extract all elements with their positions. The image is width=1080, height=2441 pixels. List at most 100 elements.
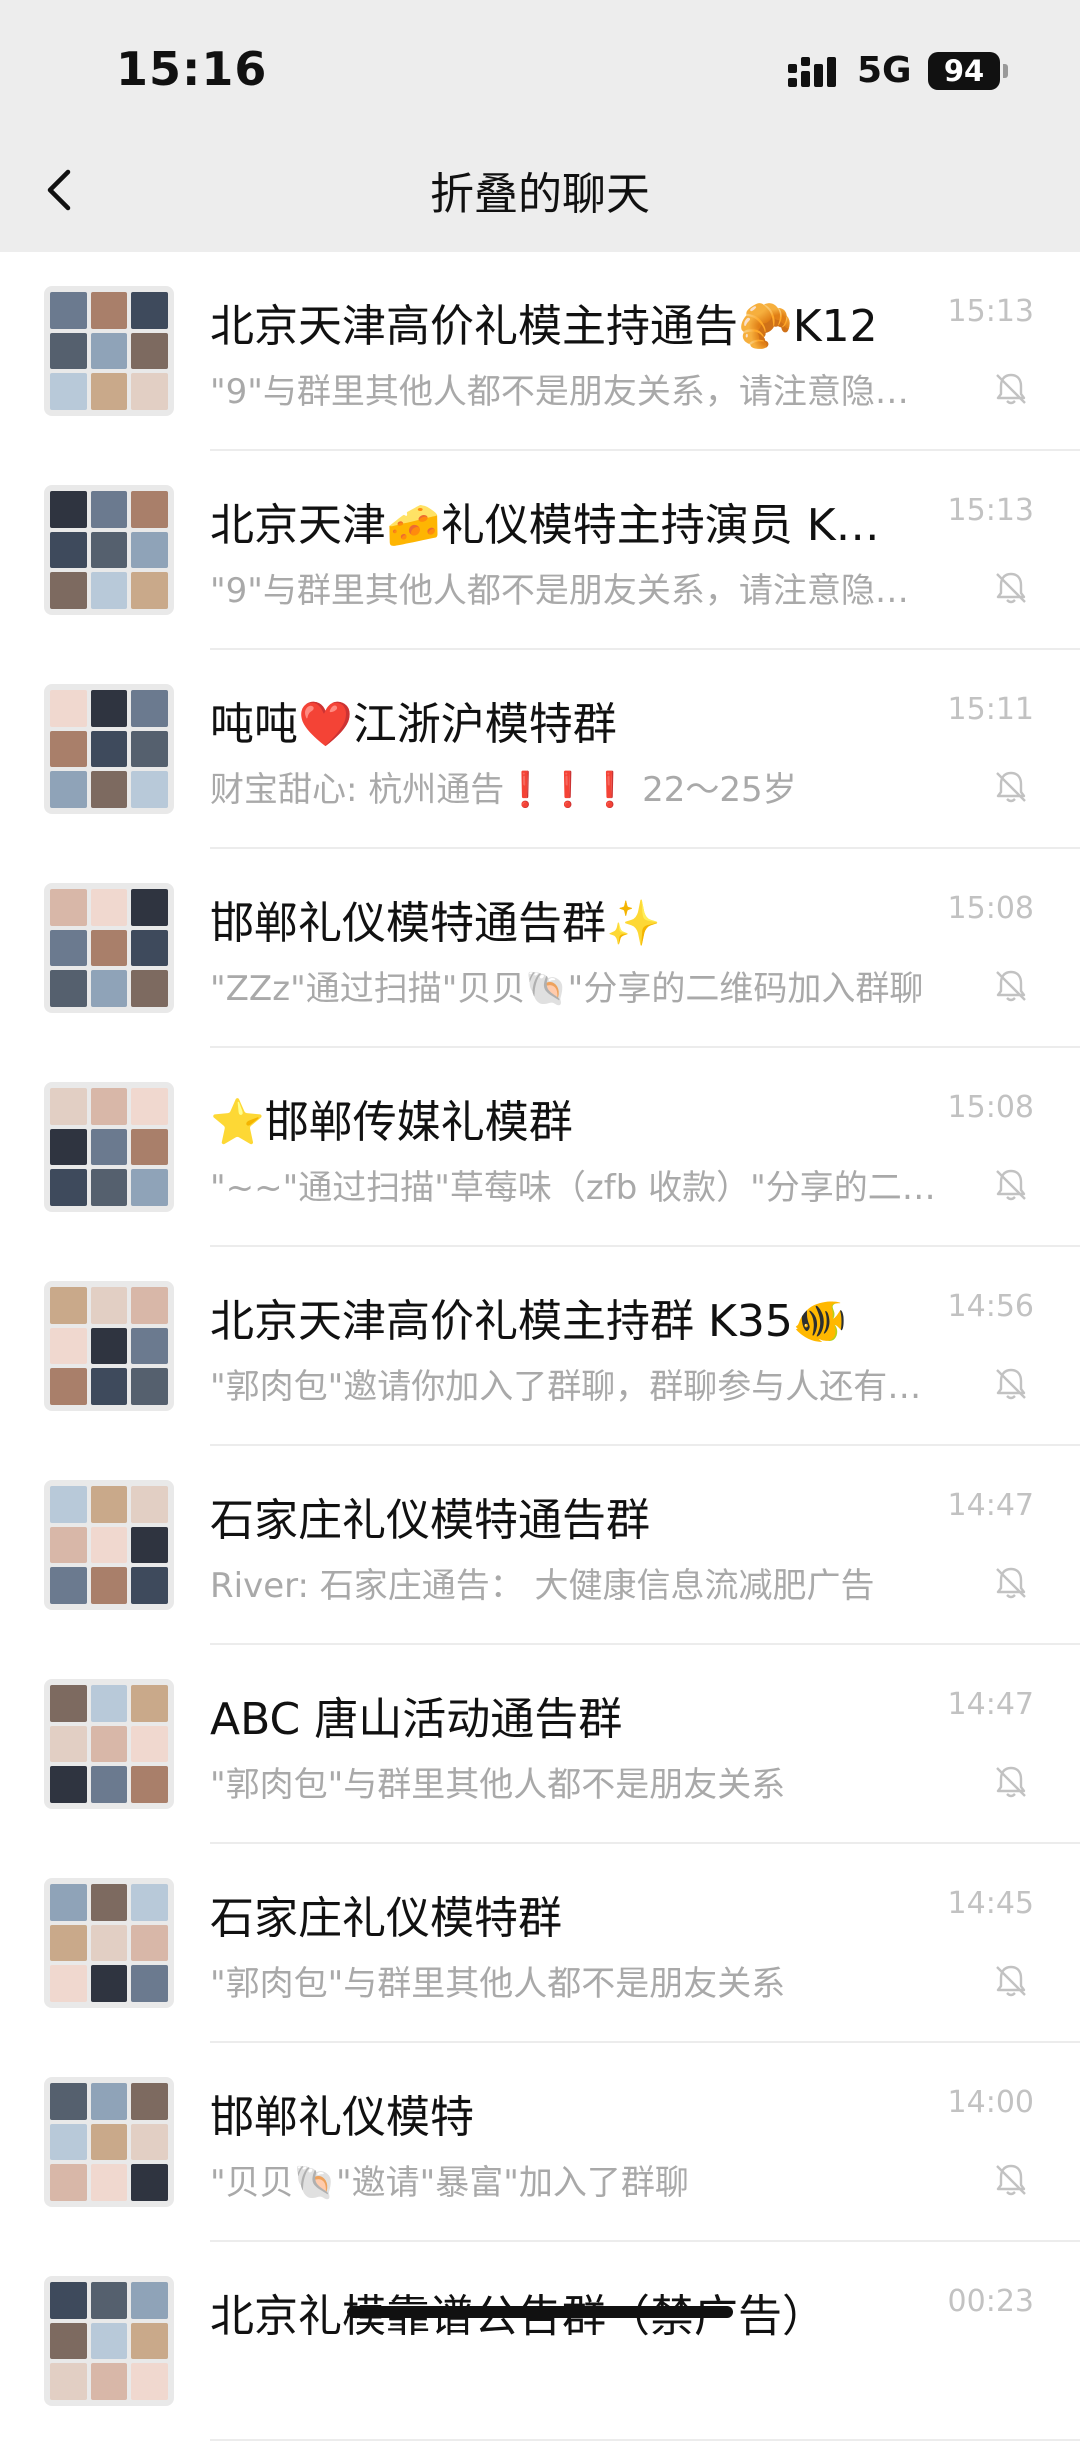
avatar-tile: [131, 2123, 168, 2161]
chat-name: 北京天津🧀礼仪模特主持演员 K…: [210, 500, 880, 551]
chat-time: 14:45: [947, 1886, 1034, 1921]
bell-muted-icon: [996, 1368, 1026, 1400]
avatar-tile: [131, 373, 168, 410]
avatar-tile: [131, 572, 168, 609]
avatar-tile: [50, 572, 87, 609]
avatar-tile: [90, 1965, 128, 2002]
avatar-tile: [90, 2123, 128, 2161]
chat-preview: "9"与群里其他人都不是朋友关系，请注意隐私安全: [210, 372, 940, 412]
avatar-tile: [90, 1088, 128, 1125]
group-avatar: [44, 1679, 174, 1809]
avatar-tile: [50, 1368, 87, 1405]
avatar-tile: [50, 1169, 87, 1206]
avatar-tile: [131, 2282, 168, 2319]
avatar-tile: [50, 1526, 87, 1564]
avatar-tile: [90, 1685, 128, 1722]
bell-muted-icon: [996, 1965, 1026, 1997]
avatar-tile: [131, 1567, 168, 1604]
avatar-tile: [50, 1088, 87, 1125]
avatar-tile: [50, 491, 87, 528]
group-avatar: [44, 485, 174, 615]
status-bar: 15:16 5G 94: [0, 0, 1080, 140]
avatar-tile: [50, 1924, 87, 1962]
avatar-tile: [131, 491, 168, 528]
bell-muted-icon: [996, 2164, 1026, 2196]
avatar-tile: [50, 1287, 87, 1324]
group-avatar: [44, 1878, 174, 2008]
avatar-tile: [131, 332, 168, 370]
chat-row[interactable]: 北京天津高价礼模主持通告🥐K12 "9"与群里其他人都不是朋友关系，请注意隐私安全…: [0, 252, 1080, 451]
chat-name: 石家庄礼仪模特群: [210, 1893, 562, 1944]
bell-muted-icon: [996, 1567, 1026, 1599]
avatar-tile: [131, 2322, 168, 2360]
avatar-tile: [50, 929, 87, 967]
avatar-tile: [131, 1924, 168, 1962]
chat-preview: "9"与群里其他人都不是朋友关系，请注意隐私安全: [210, 571, 940, 611]
group-avatar: [44, 883, 174, 1013]
chat-name: 北京天津高价礼模主持通告🥐K12: [210, 301, 878, 352]
avatar-tile: [131, 1685, 168, 1722]
chat-time: 00:23: [947, 2284, 1034, 2319]
avatar-tile: [131, 1725, 168, 1763]
group-avatar: [44, 684, 174, 814]
chat-name: 石家庄礼仪模特通告群: [210, 1495, 650, 1546]
avatar-tile: [90, 690, 128, 727]
chat-row[interactable]: ABC 唐山活动通告群 "郭肉包"与群里其他人都不是朋友关系 14:47: [0, 1645, 1080, 1844]
avatar-tile: [50, 1766, 87, 1803]
avatar-tile: [50, 1884, 87, 1921]
chat-row[interactable]: ⭐邯郸传媒礼模群 "~~"通过扫描"草莓味（zfb 收款）"分享的二维码 15:08: [0, 1048, 1080, 1247]
chat-row[interactable]: 北京天津🧀礼仪模特主持演员 K… "9"与群里其他人都不是朋友关系，请注意隐私安全…: [0, 451, 1080, 650]
avatar-tile: [90, 2083, 128, 2120]
home-indicator[interactable]: [347, 2306, 733, 2318]
chat-row[interactable]: 北京天津高价礼模主持群 K35🐠 "郭肉包"邀请你加入了群聊，群聊参与人还有… 14…: [0, 1247, 1080, 1446]
avatar-tile: [131, 771, 168, 808]
avatar-tile: [50, 1725, 87, 1763]
avatar-tile: [131, 1368, 168, 1405]
avatar-tile: [90, 2282, 128, 2319]
battery-icon: 94: [928, 52, 1000, 90]
avatar-tile: [50, 1327, 87, 1365]
avatar-tile: [50, 889, 87, 926]
bell-muted-icon: [996, 1169, 1026, 1201]
chat-preview: "贝贝🐚"邀请"暴富"加入了群聊: [210, 2163, 689, 2203]
avatar-tile: [50, 332, 87, 370]
avatar-tile: [131, 1088, 168, 1125]
avatar-tile: [131, 929, 168, 967]
avatar-tile: [90, 730, 128, 768]
chat-time: 15:08: [947, 1090, 1034, 1125]
chat-preview: "ZZz"通过扫描"贝贝🐚"分享的二维码加入群聊: [210, 969, 924, 1009]
avatar-tile: [90, 2363, 128, 2400]
avatar-tile: [131, 531, 168, 569]
avatar-tile: [131, 1884, 168, 1921]
chat-row[interactable]: 邯郸礼仪模特通告群✨ "ZZz"通过扫描"贝贝🐚"分享的二维码加入群聊 15:08: [0, 849, 1080, 1048]
avatar-tile: [90, 2322, 128, 2360]
chat-time: 15:13: [947, 294, 1034, 329]
chat-preview: "郭肉包"与群里其他人都不是朋友关系: [210, 1765, 786, 1805]
chat-row[interactable]: 吨吨❤️江浙沪模特群 财宝甜心: 杭州通告❗️❗️❗️ 22～25岁 15:11: [0, 650, 1080, 849]
bell-muted-icon: [996, 1766, 1026, 1798]
top-bar: 15:16 5G 94 折叠的聊天: [0, 0, 1080, 252]
chat-row[interactable]: 邯郸礼仪模特 "贝贝🐚"邀请"暴富"加入了群聊 14:00: [0, 2043, 1080, 2242]
avatar-tile: [90, 1169, 128, 1206]
avatar-tile: [50, 2083, 87, 2120]
chat-name: ABC 唐山活动通告群: [210, 1694, 623, 1745]
bell-muted-icon: [996, 572, 1026, 604]
chat-name: ⭐邯郸传媒礼模群: [210, 1097, 573, 1148]
group-avatar: [44, 286, 174, 416]
avatar-tile: [131, 690, 168, 727]
chat-preview: 财宝甜心: 杭州通告❗️❗️❗️ 22～25岁: [210, 770, 797, 810]
avatar-tile: [90, 373, 128, 410]
chat-preview: River: 石家庄通告： 大健康信息流减肥广告: [210, 1566, 875, 1606]
avatar-tile: [90, 1924, 128, 1962]
avatar-tile: [90, 1327, 128, 1365]
avatar-tile: [90, 970, 128, 1007]
network-type: 5G: [857, 50, 912, 91]
chat-row[interactable]: 石家庄礼仪模特通告群 River: 石家庄通告： 大健康信息流减肥广告 14:47: [0, 1446, 1080, 1645]
avatar-tile: [50, 771, 87, 808]
chat-row[interactable]: 石家庄礼仪模特群 "郭肉包"与群里其他人都不是朋友关系 14:45: [0, 1844, 1080, 2043]
avatar-tile: [90, 1526, 128, 1564]
chat-row[interactable]: 北京礼模靠谱公告群（禁广告）00:23: [0, 2242, 1080, 2441]
avatar-tile: [90, 1287, 128, 1324]
avatar-tile: [131, 1128, 168, 1166]
avatar-tile: [131, 2083, 168, 2120]
